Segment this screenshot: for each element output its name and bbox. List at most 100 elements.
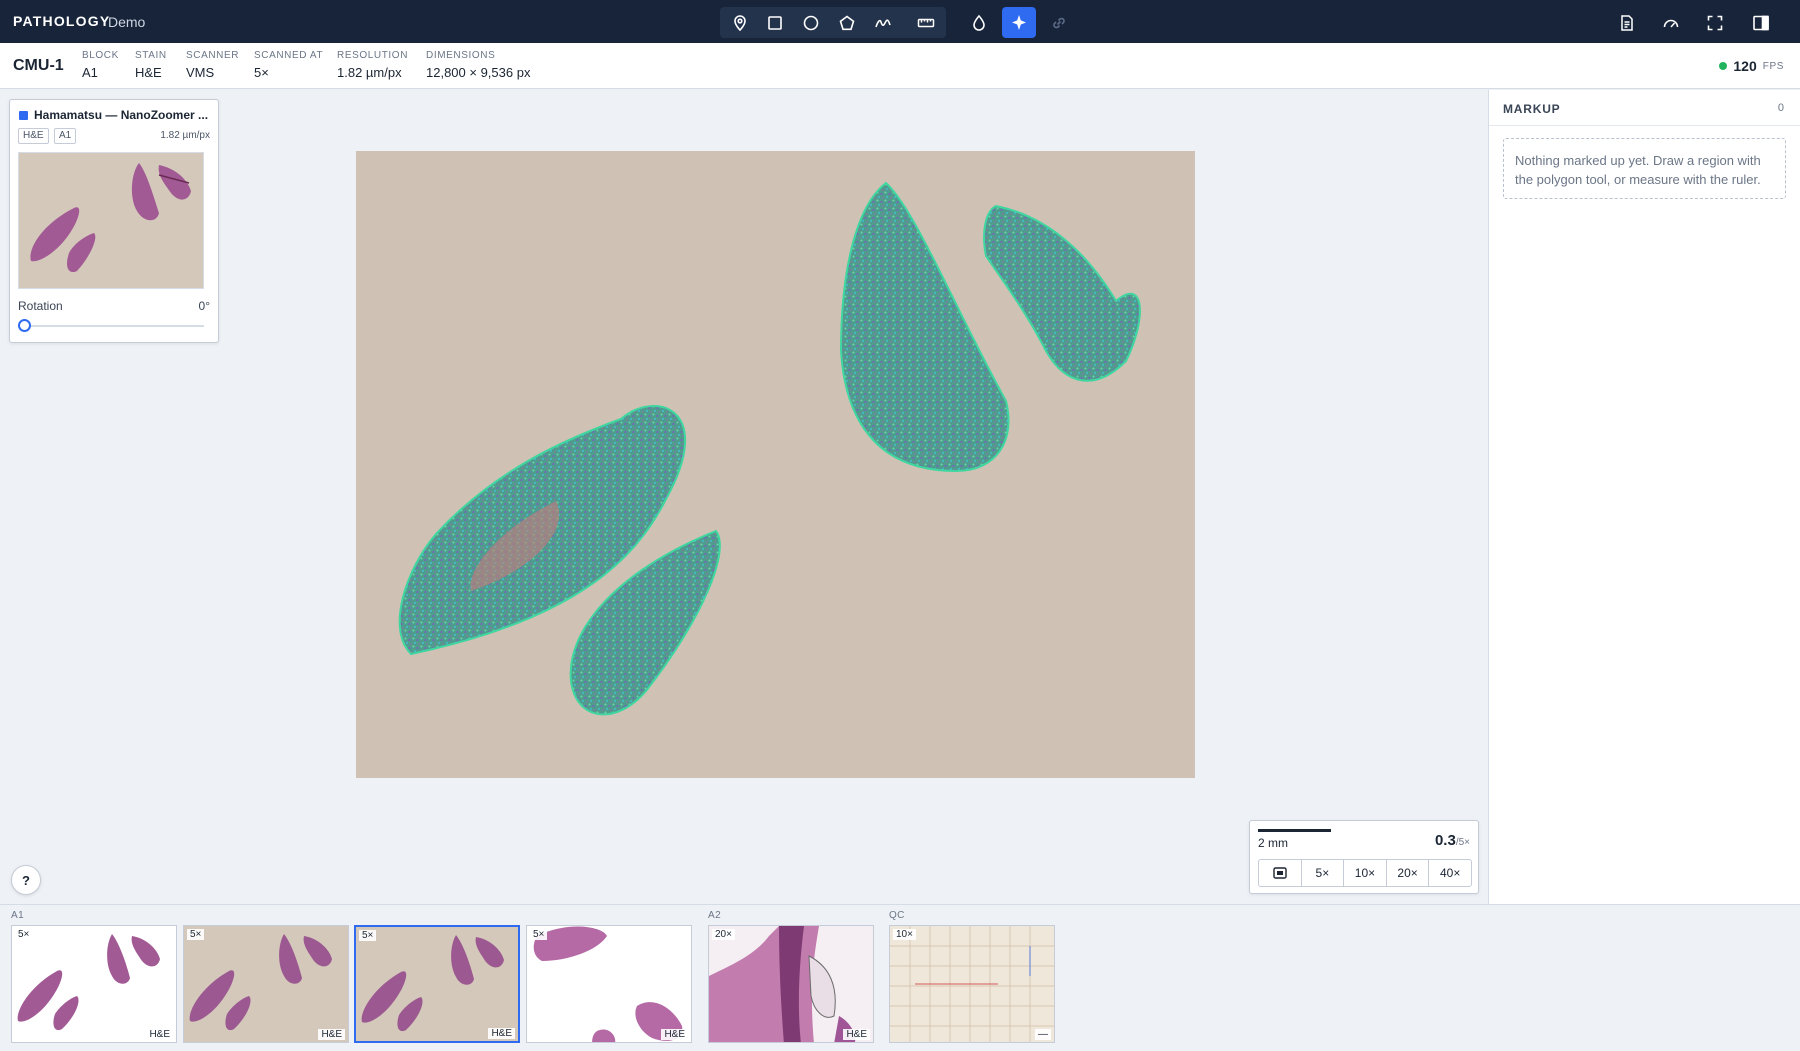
markup-count: 0	[1777, 102, 1784, 114]
group-label: QC	[889, 910, 905, 921]
thumb-magnification: 10×	[893, 929, 916, 940]
zoom-10x-button[interactable]: 10×	[1343, 860, 1386, 886]
slide-thumbnail[interactable]: 10× —	[889, 925, 1055, 1043]
resolution-label: 1.82 µm/px	[160, 130, 210, 141]
markup-title: MARKUP	[1503, 102, 1561, 116]
magnification-readout: 0.3/5×	[1435, 832, 1470, 849]
zoom-buttons: 5× 10× 20× 40×	[1258, 859, 1472, 887]
fit-view-button[interactable]	[1259, 860, 1301, 886]
fps-indicator: 120 FPS	[1719, 58, 1784, 74]
meta-resolution: RESOLUTION 1.82 µm/px	[337, 50, 408, 80]
tissue-render	[398, 181, 1141, 716]
analysis-toolbar	[962, 7, 1076, 38]
slide-thumbnail[interactable]: 20× H&E	[708, 925, 874, 1043]
fit-icon	[1273, 867, 1287, 879]
thumb-tissue	[361, 935, 504, 1032]
magnification-suffix: /5×	[1455, 837, 1470, 848]
group-label: A1	[11, 910, 25, 921]
meta-value: 12,800 × 9,536 px	[426, 65, 531, 80]
markup-panel: MARKUP 0 Nothing marked up yet. Draw a r…	[1488, 90, 1800, 904]
sparkle-icon[interactable]	[1002, 7, 1036, 38]
meta-stain: STAIN H&E	[135, 50, 167, 80]
meta-value: 1.82 µm/px	[337, 65, 402, 80]
circle-icon[interactable]	[794, 7, 828, 38]
thumb-magnification: 5×	[359, 930, 377, 941]
slide-thumbnail[interactable]: 5× H&E	[526, 925, 692, 1043]
magnification-value: 0.3	[1434, 832, 1456, 849]
view-toolbar	[1610, 7, 1800, 38]
slide-thumbnail-selected[interactable]: 5× H&E	[354, 925, 520, 1043]
meta-label: BLOCK	[82, 50, 119, 61]
drawing-toolbar	[720, 7, 946, 38]
overview-tissue	[30, 163, 191, 273]
slide-thumbnail[interactable]: 5× H&E	[183, 925, 349, 1043]
thumb-magnification: 5×	[187, 929, 205, 940]
qc-grid	[890, 926, 1054, 1042]
meta-value: VMS	[186, 65, 215, 80]
thumb-magnification: 20×	[712, 929, 735, 940]
thumb-tissue	[533, 926, 683, 1042]
slide-info-bar: CMU-1 BLOCK A1 STAIN H&E SCANNER VMS SCA…	[0, 43, 1800, 89]
polygon-icon[interactable]	[830, 7, 864, 38]
rotation-slider-track[interactable]	[24, 325, 204, 327]
meta-label: DIMENSIONS	[426, 50, 496, 61]
thumb-stain: H&E	[488, 1028, 515, 1039]
thumb-stain: H&E	[146, 1029, 173, 1040]
help-button[interactable]: ?	[11, 865, 41, 895]
thumb-stain: H&E	[318, 1029, 345, 1040]
divider	[1489, 125, 1800, 126]
zoom-20x-button[interactable]: 20×	[1385, 860, 1429, 886]
thumb-tissue	[17, 934, 160, 1031]
rotation-value: 0°	[198, 299, 210, 313]
thumb-magnification: 5×	[530, 929, 548, 940]
zoom-5x-button[interactable]: 5×	[1300, 860, 1344, 886]
meta-scanner: SCANNER VMS	[186, 50, 239, 80]
thumb-stain: H&E	[661, 1029, 688, 1040]
rectangle-icon[interactable]	[758, 7, 792, 38]
meta-value: 5×	[254, 65, 269, 80]
meta-label: STAIN	[135, 50, 167, 61]
slide-thumbnail[interactable]: 5× H&E	[11, 925, 177, 1043]
slide-image[interactable]	[356, 151, 1195, 778]
droplet-icon[interactable]	[962, 7, 996, 38]
slide-filmstrip: A1 A2 QC 5× H&E 5× H&E 5× H&E 5× H&E 20×…	[0, 904, 1800, 1051]
link-icon[interactable]	[1042, 7, 1076, 38]
stain-tag: H&E	[18, 128, 49, 144]
ruler-icon[interactable]	[909, 7, 943, 38]
rotation-slider-knob[interactable]	[18, 319, 31, 332]
fps-unit: FPS	[1762, 60, 1784, 72]
scale-bar	[1258, 829, 1331, 832]
report-icon[interactable]	[1610, 7, 1644, 38]
freehand-icon[interactable]	[866, 7, 900, 38]
top-bar: PATHOLOGY Demo	[0, 0, 1800, 43]
thumb-stain: —	[1035, 1029, 1051, 1040]
meta-label: SCANNED AT	[254, 50, 324, 61]
gauge-icon[interactable]	[1654, 7, 1688, 38]
zoom-40x-button[interactable]: 40×	[1428, 860, 1471, 886]
zoom-control: 2 mm 0.3/5× 5× 10× 20× 40×	[1249, 820, 1479, 894]
thumb-tissue	[709, 926, 856, 1042]
meta-value: H&E	[135, 65, 162, 80]
slide-viewer[interactable]: Hamamatsu — NanoZoomer ... H&E A1 1.82 µ…	[0, 90, 1487, 904]
slide-id: CMU-1	[13, 57, 64, 74]
rotation-label: Rotation	[18, 299, 63, 313]
meta-value: A1	[82, 65, 98, 80]
scale-label: 2 mm	[1258, 836, 1288, 850]
meta-scanned-at: SCANNED AT 5×	[254, 50, 323, 80]
app-subtitle: Demo	[108, 14, 146, 30]
thumb-tissue	[189, 934, 332, 1031]
color-swatch	[19, 111, 28, 120]
group-label: A2	[708, 910, 722, 921]
meta-block: BLOCK A1	[82, 50, 119, 80]
fullscreen-icon[interactable]	[1698, 7, 1732, 38]
slide-info-card: Hamamatsu — NanoZoomer ... H&E A1 1.82 µ…	[9, 99, 219, 343]
meta-label: SCANNER	[186, 50, 240, 61]
meta-label: RESOLUTION	[337, 50, 409, 61]
block-tag: A1	[54, 128, 77, 144]
overview-thumbnail[interactable]	[18, 152, 204, 289]
meta-dimensions: DIMENSIONS 12,800 × 9,536 px	[426, 50, 530, 80]
thumb-stain: H&E	[843, 1029, 870, 1040]
pin-icon[interactable]	[723, 7, 757, 38]
panel-toggle-icon[interactable]	[1744, 7, 1778, 38]
fps-value: 120	[1733, 58, 1757, 74]
